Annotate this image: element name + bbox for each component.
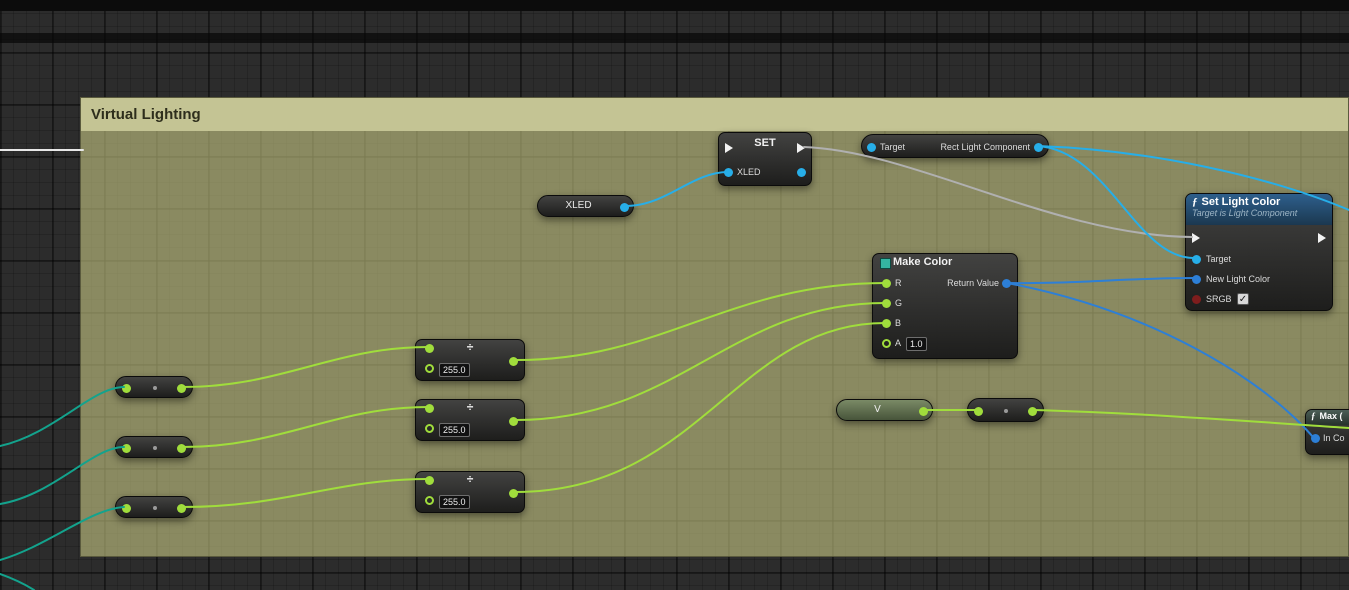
- pass-input-pin[interactable]: [122, 384, 131, 393]
- set-light-color-title: Set Light Color: [1202, 196, 1281, 208]
- set-light-color-subtitle: Target is Light Component: [1192, 208, 1326, 218]
- g-pin-label: G: [895, 298, 902, 309]
- divisor-input-pin[interactable]: [425, 364, 434, 373]
- a-pin-label: A: [895, 338, 901, 349]
- pill-dot: [1004, 409, 1008, 413]
- exec-out-pin[interactable]: [797, 143, 805, 153]
- v-getter-output-pin[interactable]: [919, 407, 928, 416]
- comment-header[interactable]: Virtual Lighting: [81, 98, 1348, 131]
- function-icon: ƒ: [1311, 411, 1316, 421]
- divisor-input-pin[interactable]: [425, 496, 434, 505]
- xled-input-pin[interactable]: [724, 168, 733, 177]
- function-icon: ƒ: [1192, 196, 1198, 208]
- dividend-input-pin[interactable]: [425, 404, 434, 413]
- pass-node-4[interactable]: [967, 398, 1044, 422]
- make-color-title: Make Color: [893, 256, 952, 268]
- divide-node-1[interactable]: ÷ 255.0: [415, 339, 525, 381]
- pill-dot: [153, 386, 157, 390]
- new-light-color-label: New Light Color: [1206, 274, 1270, 285]
- pass-output-pin[interactable]: [177, 504, 186, 513]
- divide-output-pin[interactable]: [509, 417, 518, 426]
- exec-in-pin[interactable]: [1192, 233, 1200, 243]
- new-light-color-input-pin[interactable]: [1192, 275, 1201, 284]
- a-value-input[interactable]: 1.0: [906, 337, 927, 351]
- dividend-input-pin[interactable]: [425, 476, 434, 485]
- pass-output-pin[interactable]: [1028, 407, 1037, 416]
- target-pin-label: Target: [1206, 254, 1231, 265]
- pass-input-pin[interactable]: [974, 407, 983, 416]
- srgb-checkbox[interactable]: ✓: [1237, 293, 1249, 305]
- b-pin-label: B: [895, 318, 901, 329]
- divisor-value-input[interactable]: 255.0: [439, 363, 470, 377]
- second-band: [0, 33, 1349, 43]
- v-getter-node[interactable]: V: [836, 399, 933, 421]
- xled-getter-label: XLED: [538, 200, 619, 211]
- make-struct-icon: [880, 258, 891, 269]
- pass-node-2[interactable]: [115, 436, 193, 458]
- return-value-output-pin[interactable]: [1002, 279, 1011, 288]
- divisor-input-pin[interactable]: [425, 424, 434, 433]
- a-input-pin[interactable]: [882, 339, 891, 348]
- divide-output-pin[interactable]: [509, 489, 518, 498]
- comment-box-virtual-lighting[interactable]: Virtual Lighting: [80, 97, 1349, 557]
- target-input-pin[interactable]: [867, 143, 876, 152]
- rect-light-component-node[interactable]: Target Rect Light Component: [861, 134, 1049, 158]
- rect-light-output-pin[interactable]: [1034, 143, 1043, 152]
- return-value-label: Return Value: [947, 278, 999, 289]
- target-input-pin[interactable]: [1192, 255, 1201, 264]
- make-color-node[interactable]: Make Color R Return Value G B A 1.0: [872, 253, 1018, 359]
- set-light-color-node[interactable]: ƒ Set Light Color Target is Light Compone…: [1185, 193, 1333, 311]
- r-pin-label: R: [895, 278, 902, 289]
- function-header: ƒ Set Light Color Target is Light Compone…: [1186, 194, 1332, 225]
- srgb-label: SRGB: [1206, 294, 1232, 305]
- in-color-input-pin[interactable]: [1311, 434, 1320, 443]
- max-node[interactable]: ƒ Max ( In Co: [1305, 409, 1349, 455]
- divide-output-pin[interactable]: [509, 357, 518, 366]
- max-header: ƒ Max (: [1306, 410, 1349, 425]
- pass-output-pin[interactable]: [177, 444, 186, 453]
- xled-getter-node[interactable]: XLED: [537, 195, 634, 217]
- xled-getter-output-pin[interactable]: [620, 203, 629, 212]
- pass-input-pin[interactable]: [122, 444, 131, 453]
- exec-out-pin[interactable]: [1318, 233, 1326, 243]
- max-title: Max (: [1320, 411, 1343, 421]
- rect-light-output-label: Rect Light Component: [940, 142, 1030, 153]
- v-getter-label: V: [837, 404, 918, 415]
- divisor-value-input[interactable]: 255.0: [439, 423, 470, 437]
- in-color-label: In Co: [1323, 433, 1345, 444]
- srgb-input-pin[interactable]: [1192, 295, 1201, 304]
- target-pin-label: Target: [880, 142, 905, 153]
- dividend-input-pin[interactable]: [425, 344, 434, 353]
- set-xled-node[interactable]: SET XLED: [718, 132, 812, 186]
- divide-node-2[interactable]: ÷ 255.0: [415, 399, 525, 441]
- xled-passthrough-output-pin[interactable]: [797, 168, 806, 177]
- top-band: [0, 0, 1349, 11]
- b-input-pin[interactable]: [882, 319, 891, 328]
- divide-node-3[interactable]: ÷ 255.0: [415, 471, 525, 513]
- g-input-pin[interactable]: [882, 299, 891, 308]
- blueprint-canvas[interactable]: Virtual Lighting SET XLED XLED: [0, 0, 1349, 590]
- r-input-pin[interactable]: [882, 279, 891, 288]
- pass-node-1[interactable]: [115, 376, 193, 398]
- comment-title: Virtual Lighting: [91, 106, 201, 123]
- pill-dot: [153, 446, 157, 450]
- pill-dot: [153, 506, 157, 510]
- pass-input-pin[interactable]: [122, 504, 131, 513]
- wire-teal-4: [0, 574, 34, 590]
- pass-output-pin[interactable]: [177, 384, 186, 393]
- xled-pin-label: XLED: [737, 167, 761, 178]
- pass-node-3[interactable]: [115, 496, 193, 518]
- divisor-value-input[interactable]: 255.0: [439, 495, 470, 509]
